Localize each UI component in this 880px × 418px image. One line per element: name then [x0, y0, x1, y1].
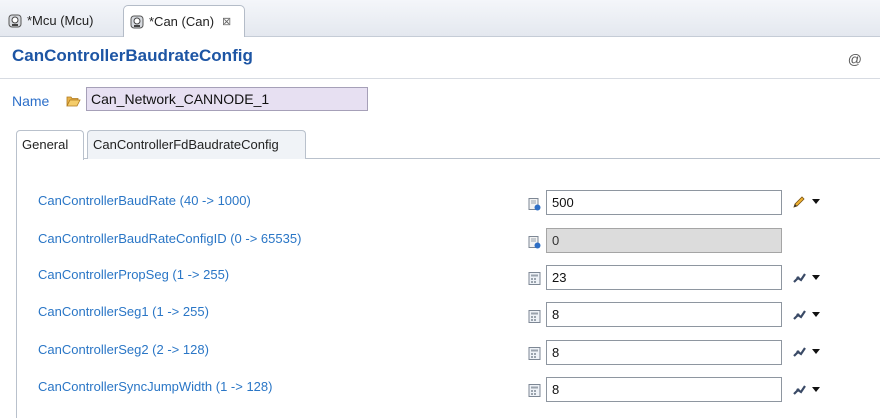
seg2-input[interactable]: [546, 340, 782, 365]
seg1-input[interactable]: [546, 302, 782, 327]
sync-jump-width-label: CanControllerSyncJumpWidth (1 -> 128): [38, 379, 273, 394]
calculate-menu-button[interactable]: [792, 271, 824, 287]
calculate-icon: [792, 308, 806, 325]
baudrate-input[interactable]: [546, 190, 782, 215]
calculated-value-icon: [528, 347, 541, 360]
folder-icon[interactable]: [66, 95, 81, 110]
calculate-menu-button[interactable]: [792, 345, 824, 361]
baudrate-label: CanControllerBaudRate (40 -> 1000): [38, 193, 251, 208]
calculate-icon: [792, 271, 806, 288]
close-icon[interactable]: ⊠: [222, 15, 231, 28]
calculate-icon: [792, 345, 806, 362]
prop-seg-label: CanControllerPropSeg (1 -> 255): [38, 267, 230, 282]
property-tab-bar: General CanControllerFdBaudrateConfig: [16, 130, 880, 160]
seg1-label: CanControllerSeg1 (1 -> 255): [38, 304, 209, 319]
module-icon: [8, 14, 22, 28]
help-icon[interactable]: @: [848, 51, 862, 67]
calculated-value-icon: [528, 310, 541, 323]
config-value-icon: [528, 198, 541, 211]
editor-tab-label: *Mcu (Mcu): [27, 13, 94, 28]
chevron-down-icon: [812, 275, 820, 280]
name-input[interactable]: [86, 87, 368, 111]
calculated-value-icon: [528, 384, 541, 397]
page-title: CanControllerBaudrateConfig: [12, 46, 253, 65]
editor-tab-can[interactable]: *Can (Can) ⊠: [123, 5, 245, 37]
module-icon: [130, 15, 144, 29]
header-divider: [0, 78, 880, 79]
name-label: Name: [12, 93, 50, 109]
chevron-down-icon: [812, 199, 820, 204]
calculate-menu-button[interactable]: [792, 308, 824, 324]
editor-tab-label: *Can (Can): [149, 14, 215, 29]
baudrate-config-id-label: CanControllerBaudRateConfigID (0 -> 6553…: [38, 231, 302, 246]
seg2-label: CanControllerSeg2 (2 -> 128): [38, 342, 209, 357]
baudrate-config-id-input: [546, 228, 782, 253]
chevron-down-icon: [812, 349, 820, 354]
calculated-value-icon: [528, 272, 541, 285]
tab-general[interactable]: General: [16, 130, 84, 160]
editor-tab-mcu[interactable]: *Mcu (Mcu): [2, 6, 117, 35]
edit-menu-button[interactable]: [792, 195, 824, 211]
config-value-icon: [528, 236, 541, 249]
sync-jump-width-input[interactable]: [546, 377, 782, 402]
prop-seg-input[interactable]: [546, 265, 782, 290]
tab-fd-baudrate-config[interactable]: CanControllerFdBaudrateConfig: [87, 130, 306, 159]
calculate-icon: [792, 383, 806, 400]
pencil-icon: [792, 195, 806, 212]
calculate-menu-button[interactable]: [792, 383, 824, 399]
editor-tab-bar: *Mcu (Mcu) *Can (Can) ⊠: [0, 0, 880, 37]
chevron-down-icon: [812, 387, 820, 392]
chevron-down-icon: [812, 312, 820, 317]
